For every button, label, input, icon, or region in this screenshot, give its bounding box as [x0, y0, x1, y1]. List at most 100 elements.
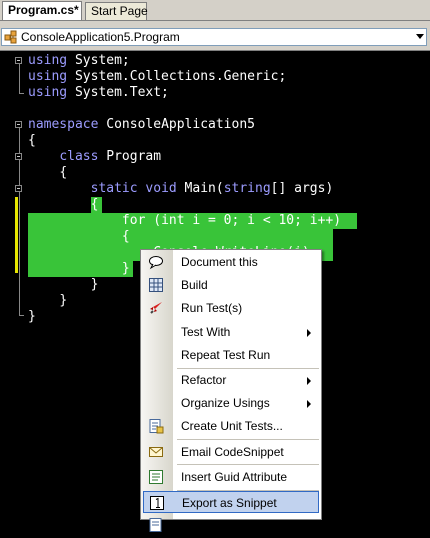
code-line[interactable]: class Program [28, 149, 161, 165]
code-token: Main( [176, 181, 224, 196]
menu-item-refactor[interactable]: Refactor [141, 369, 321, 391]
code-line[interactable]: { [28, 165, 67, 181]
code-line[interactable]: using System; [28, 53, 130, 69]
menu-item-label: Insert Guid Attribute [181, 469, 288, 484]
code-keyword: using [28, 53, 68, 68]
menu-item-label: Export as Snippet [182, 496, 277, 510]
document-tab-strip: Program.cs* Start Page [0, 0, 430, 21]
build-grid-icon [148, 277, 164, 293]
code-token: } [90, 277, 99, 292]
code-keyword: using [28, 69, 68, 84]
menu-item-document-this[interactable]: Document this [141, 251, 321, 273]
numbered-one-icon [149, 495, 165, 511]
context-menu: Document this Build Run Test(s) Test With Re… [140, 249, 322, 533]
menu-item-test-with[interactable]: Test With [141, 321, 321, 343]
menu-item-export-as-snippet[interactable]: Export as Snippet [143, 491, 319, 513]
code-line[interactable]: static void Main(string[] args) [28, 181, 334, 197]
code-token: ( [145, 213, 162, 228]
code-line[interactable]: } [28, 261, 130, 277]
menu-item-create-unit-tests[interactable]: Create Unit Tests... [141, 415, 321, 437]
code-keyword: class [59, 149, 99, 164]
menu-item-label: Email CodeSnippet [181, 444, 284, 459]
code-line[interactable]: using System.Text; [28, 85, 169, 101]
code-line[interactable]: } [28, 277, 99, 293]
speech-bubble-icon [148, 254, 164, 270]
menu-item-build[interactable]: Build [141, 274, 321, 296]
menu-item-label: Test With [181, 324, 231, 339]
code-token: { [28, 133, 36, 148]
code-keyword: namespace [28, 117, 99, 132]
code-token: for [121, 213, 146, 228]
submenu-arrow-icon [307, 400, 311, 409]
menu-item-label: Refactor [181, 373, 227, 387]
code-token: } [59, 293, 68, 308]
class-icon [4, 30, 17, 44]
code-token: System.Text; [67, 85, 169, 100]
code-token: { [90, 197, 99, 212]
collapse-outline-icon[interactable] [13, 181, 27, 197]
envelope-icon [148, 444, 164, 460]
code-token: System; [67, 53, 130, 68]
code-token: Program [98, 149, 162, 164]
submenu-arrow-icon [307, 377, 311, 385]
code-line[interactable]: } [28, 293, 67, 309]
menu-item-run-test-s[interactable]: Run Test(s) [141, 297, 321, 319]
guid-icon [148, 469, 164, 485]
type-combo[interactable]: ConsoleApplication5.Program [1, 28, 427, 46]
code-keyword: string [223, 181, 271, 196]
tab-program-cs[interactable]: Program.cs* [2, 1, 82, 20]
menu-item-insert-snippet[interactable]: Insert Snippet... [141, 514, 321, 536]
code-line[interactable]: { [28, 197, 99, 213]
tab-start-page[interactable]: Start Page [85, 2, 148, 20]
code-token: System.Collections.Generic; [67, 69, 287, 84]
code-line[interactable]: for (int i = 0; i < 10; i++) [28, 213, 341, 229]
code-token: { [121, 229, 130, 244]
code-line[interactable]: { [28, 133, 36, 149]
unit-test-icon [148, 418, 164, 434]
outline-guide [19, 93, 24, 94]
code-keyword: using [28, 85, 68, 100]
menu-item-label: Document this [181, 255, 258, 269]
menu-item-label: Repeat Test Run [181, 347, 271, 362]
menu-item-label: Create Unit Tests... [181, 419, 283, 434]
navigation-bar: ConsoleApplication5.Program [0, 21, 430, 51]
collapse-outline-icon[interactable] [13, 53, 27, 69]
code-line[interactable]: { [28, 229, 130, 245]
collapse-outline-icon[interactable] [13, 149, 27, 165]
code-token: { [59, 165, 68, 180]
code-keyword: void [145, 181, 177, 196]
code-line[interactable]: } [28, 309, 36, 325]
code-token: int [161, 213, 185, 228]
code-token: [] args) [270, 181, 334, 196]
menu-item-label: Organize Usings [181, 396, 270, 411]
rocket-icon [148, 300, 164, 316]
submenu-arrow-icon [307, 328, 311, 337]
menu-item-label: Run Test(s) [181, 301, 243, 316]
code-line[interactable]: namespace ConsoleApplication5 [28, 117, 255, 133]
collapse-outline-icon[interactable] [13, 117, 27, 133]
code-token: i = 0; i < 10; i++) [184, 213, 342, 228]
code-line[interactable]: using System.Collections.Generic; [28, 69, 286, 85]
code-keyword: static [90, 181, 138, 196]
menu-item-label: Build [181, 278, 208, 293]
chevron-down-icon[interactable] [416, 34, 424, 39]
menu-item-email-codesnippet[interactable]: Email CodeSnippet [141, 441, 321, 463]
type-combo-value: ConsoleApplication5.Program [21, 30, 180, 44]
code-token: ConsoleApplication5 [98, 117, 255, 132]
code-token: } [121, 261, 130, 276]
menu-item-repeat-test-run[interactable]: Repeat Test Run [141, 344, 321, 366]
menu-item-label: Insert Snippet... [181, 518, 266, 533]
menu-item-organize-usings[interactable]: Organize Usings [141, 392, 321, 414]
change-margin [15, 197, 18, 273]
menu-item-insert-guid-attribute[interactable]: Insert Guid Attribute [141, 466, 321, 488]
